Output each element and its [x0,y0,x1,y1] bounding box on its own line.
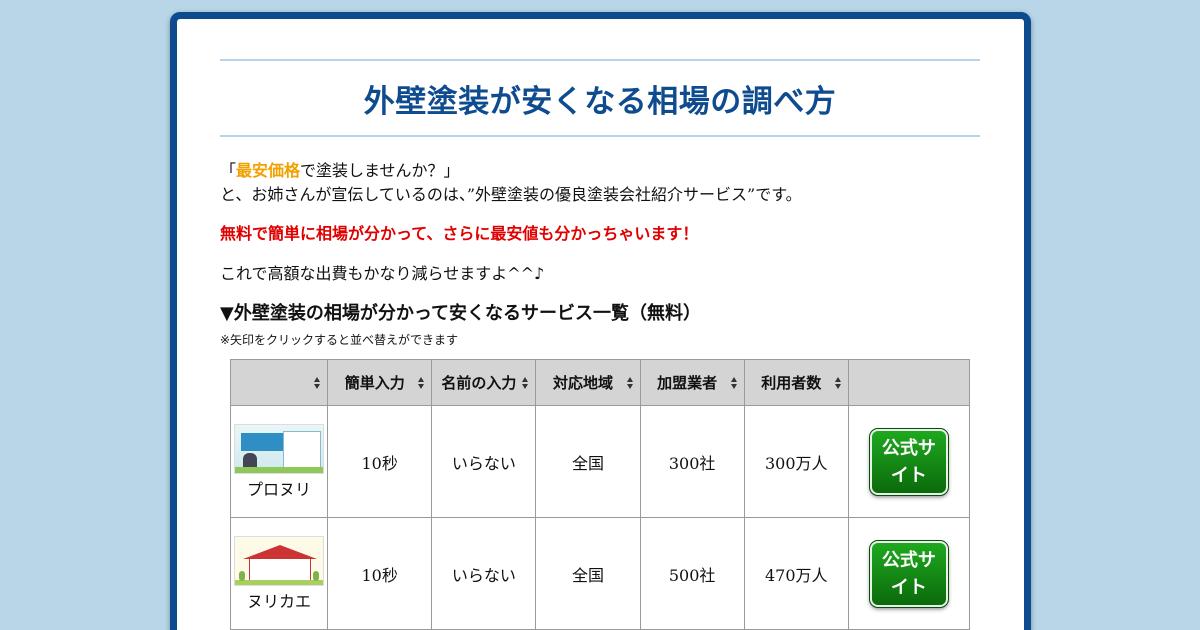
members-cell: 500社 [639,517,745,630]
input-time-cell: 10秒 [327,517,433,630]
header-users[interactable]: 利用者数 [743,359,849,406]
intro-prefix: 「 [220,161,237,180]
service-name: プロヌリ [247,479,312,499]
comparison-table: 簡単入力 名前の入力 対応地域 加盟業者 利用者数 プロヌリ 10秒 いらない … [229,359,971,630]
area-cell: 全国 [535,405,641,518]
users-cell: 470万人 [743,517,849,630]
section-heading: ▼外壁塗装の相場が分かって安くなるサービス一覧（無料） [220,303,701,324]
page-title: 外壁塗装が安くなる相場の調べ方 [363,83,837,120]
sort-arrows-icon[interactable] [418,377,425,389]
sort-arrows-icon[interactable] [730,377,738,389]
red-note: 無料で簡単に相場が分かって、さらに最安値も分かっちゃいます！ [220,224,699,243]
table-row: プロヌリ 10秒 いらない 全国 300社 300万人 公式サイト [229,405,971,518]
header-link [847,359,971,406]
sort-note: ※矢印をクリックすると並べ替えができます [220,333,459,347]
link-cell: 公式サイト [847,517,971,630]
intro-highlight: 最安価格 [236,161,301,180]
header-members[interactable]: 加盟業者 [639,359,745,406]
users-cell: 300万人 [743,405,849,518]
intro-suffix: で塗装しませんか？」 [300,161,460,180]
sort-arrows-icon[interactable] [834,377,842,389]
area-cell: 全国 [535,517,641,630]
intro-line2: と、お姉さんが宣伝しているのは、”外壁塗装の優良塗装会社紹介サービス”です。 [220,185,802,204]
input-time-cell: 10秒 [327,405,433,518]
official-site-button[interactable]: 公式サイト [868,539,949,608]
nurikae-thumbnail[interactable] [234,535,325,586]
name-input-cell: いらない [431,405,537,518]
savings-line: これで高額な出費もかなり減らせますよ^^♪ [220,264,545,283]
title-box: 外壁塗装が安くなる相場の調べ方 [220,59,980,137]
sort-arrows-icon[interactable] [522,377,529,389]
table-row: ヌリカエ 10秒 いらない 全国 500社 470万人 公式サイト [229,517,971,630]
header-area[interactable]: 対応地域 [535,359,641,406]
header-easy-input[interactable]: 簡単入力 [327,359,433,406]
main-card: 外壁塗装が安くなる相場の調べ方 「最安価格で塗装しませんか？」 と、お姉さんが宣… [170,12,1031,630]
intro-paragraph: 「最安価格で塗装しませんか？」 と、お姉さんが宣伝しているのは、”外壁塗装の優良… [220,159,802,207]
sort-arrows-icon[interactable] [314,377,321,389]
table-header-row: 簡単入力 名前の入力 対応地域 加盟業者 利用者数 [229,359,971,406]
header-service[interactable] [229,359,329,406]
header-name-input[interactable]: 名前の入力 [431,359,537,406]
link-cell: 公式サイト [847,405,971,518]
sort-arrows-icon[interactable] [626,377,634,389]
official-site-button[interactable]: 公式サイト [868,427,949,496]
service-cell: ヌリカエ [229,517,329,630]
service-name: ヌリカエ [247,591,312,611]
pronuri-thumbnail[interactable] [234,423,325,474]
name-input-cell: いらない [431,517,537,630]
members-cell: 300社 [639,405,745,518]
service-cell: プロヌリ [229,405,329,518]
